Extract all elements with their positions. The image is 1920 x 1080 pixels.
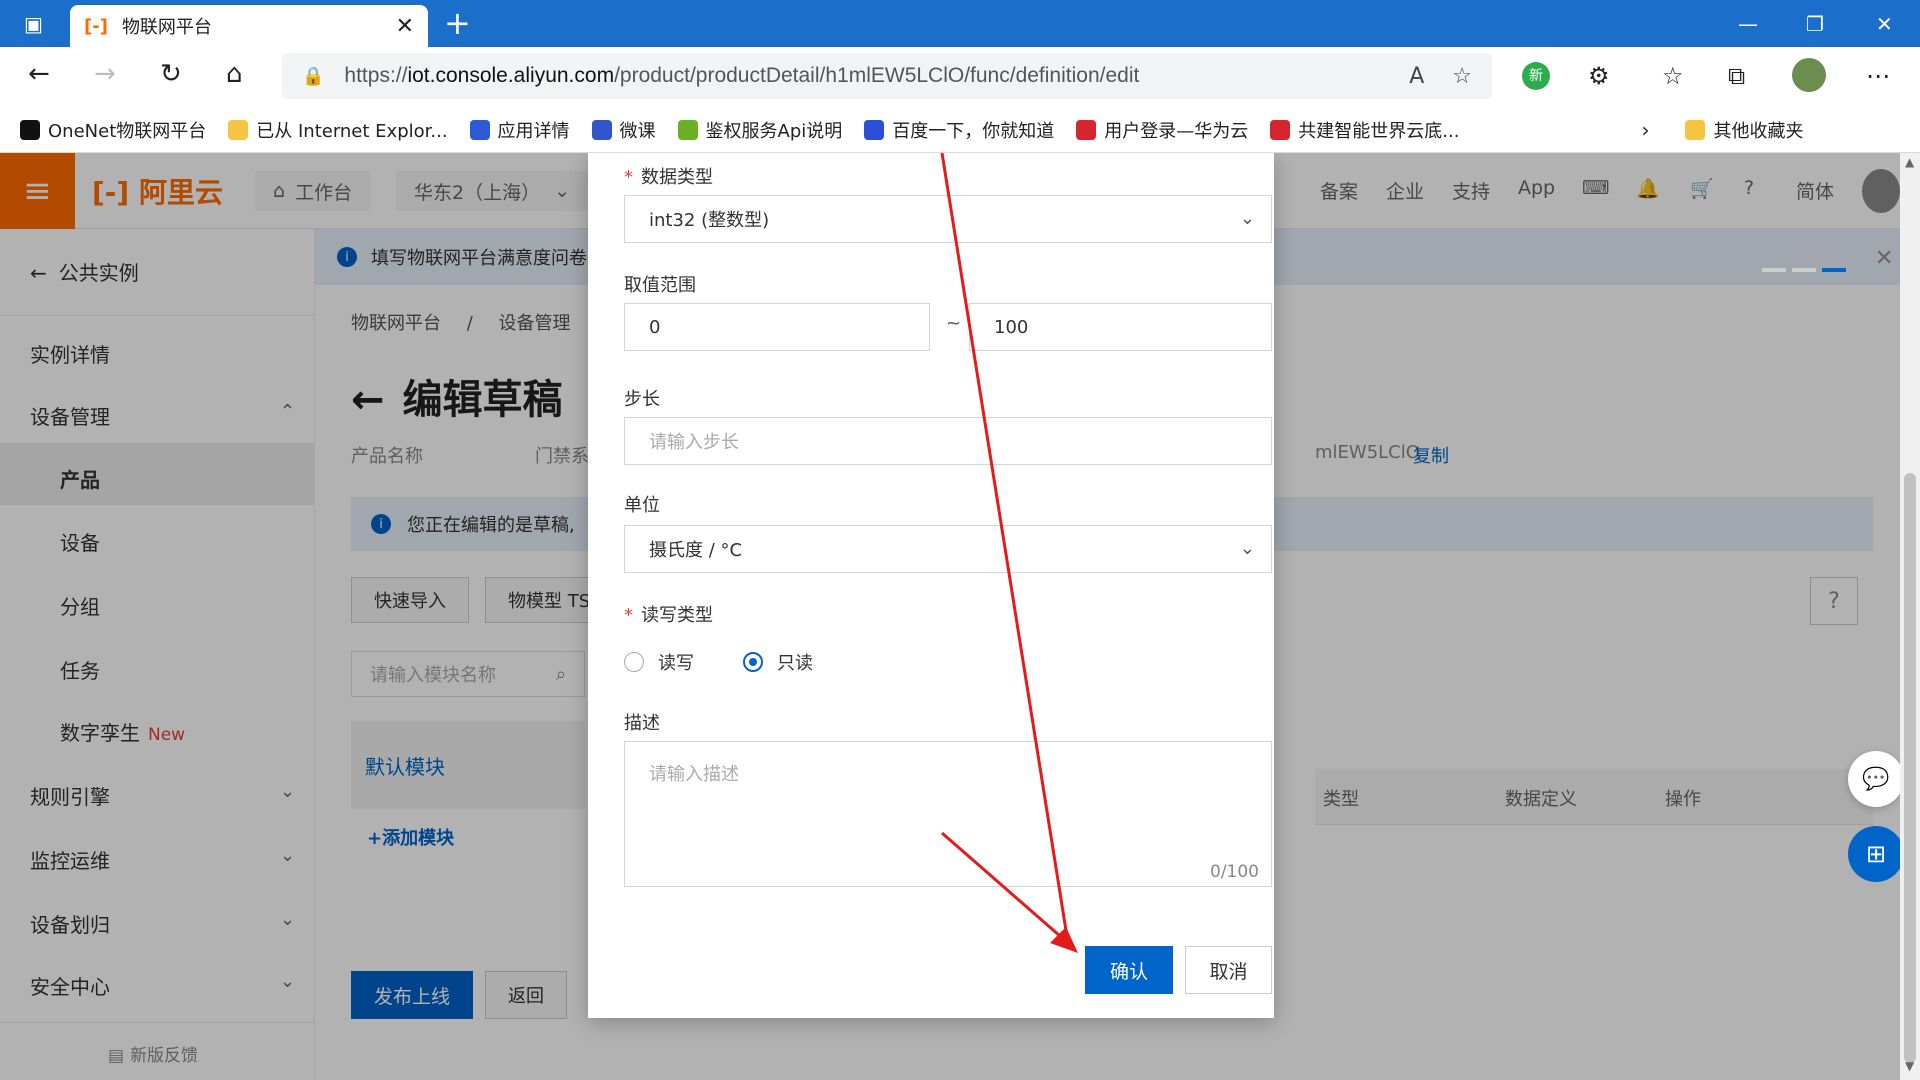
bookmark-item[interactable]: 已从 Internet Explor... <box>228 117 448 143</box>
bookmark-item[interactable]: 共建智能世界云底... <box>1270 117 1459 143</box>
bookmark-icon <box>591 119 612 140</box>
extensions-icon[interactable]: ⚙ <box>1588 62 1610 90</box>
browser-tab-bar: ▣ [-] 物联网平台 ✕ + — ❐ ✕ <box>0 0 1920 47</box>
restore-icon[interactable]: ❐ <box>1806 12 1824 36</box>
add-favorite-icon[interactable]: ☆ <box>1452 64 1472 89</box>
tab-title: 物联网平台 <box>121 17 212 38</box>
lock-icon[interactable]: 🔒 <box>302 66 324 87</box>
chevron-right-icon[interactable]: › <box>1641 118 1649 142</box>
bookmark-item[interactable]: 用户登录—华为云 <box>1076 117 1248 143</box>
bookmark-item[interactable]: OneNet物联网平台 <box>20 117 206 143</box>
read-aloud-icon[interactable]: A <box>1409 64 1424 89</box>
url-text: https://iot.console.aliyun.com/product/p… <box>344 64 1140 87</box>
home-icon[interactable]: ⌂ <box>226 59 243 89</box>
bookmark-item[interactable]: 百度一下，你就知道 <box>864 117 1054 143</box>
back-icon[interactable]: ← <box>28 59 50 89</box>
other-bookmarks[interactable]: 其他收藏夹 <box>1685 117 1803 143</box>
annotation-arrow <box>940 153 1078 953</box>
browser-tab[interactable]: [-] 物联网平台 ✕ <box>70 5 428 47</box>
scrollbar-thumb[interactable] <box>1904 473 1916 1063</box>
forward-icon[interactable]: → <box>94 59 116 89</box>
leaf-icon <box>677 119 698 140</box>
address-bar-row: ← → ↻ ⌂ 🔒 https://iot.console.aliyun.com… <box>0 47 1920 107</box>
scroll-down-icon[interactable]: ▼ <box>1905 1059 1914 1073</box>
collections-icon[interactable]: ⧉ <box>1728 62 1745 90</box>
profile-avatar[interactable] <box>1792 58 1826 92</box>
favorites-icon[interactable]: ☆ <box>1662 62 1684 90</box>
bookmark-item[interactable]: 应用详情 <box>469 117 570 143</box>
more-menu-icon[interactable]: ⋯ <box>1866 62 1890 90</box>
huawei-icon <box>1270 119 1291 140</box>
bookmarks-bar: OneNet物联网平台 已从 Internet Explor... 应用详情 微… <box>0 107 1920 153</box>
baidu-icon <box>864 119 885 140</box>
bookmark-item[interactable]: 鉴权服务Api说明 <box>677 117 842 143</box>
url-input[interactable]: 🔒 https://iot.console.aliyun.com/product… <box>282 53 1492 99</box>
scroll-up-icon[interactable]: ▲ <box>1905 155 1914 169</box>
aliyun-favicon-icon: [-] <box>84 15 108 37</box>
page-scrollbar[interactable]: ▲ ▼ <box>1900 153 1920 1080</box>
console-page: ≡ [-] 阿里云 ⌂ 工作台 华东2（上海） ⌄ 备案 企业 支持 App ⌨ 🔔… <box>0 153 1900 1080</box>
close-tab-icon[interactable]: ✕ <box>396 14 414 39</box>
bookmark-icon <box>20 119 40 140</box>
refresh-icon[interactable]: ↻ <box>160 59 182 89</box>
new-tab-icon[interactable]: + <box>444 4 471 42</box>
bookmark-item[interactable]: 微课 <box>591 117 656 143</box>
minimize-icon[interactable]: — <box>1738 12 1758 36</box>
tab-actions-icon[interactable]: ▣ <box>24 12 43 36</box>
folder-icon <box>1685 119 1706 140</box>
huawei-icon <box>1076 119 1097 140</box>
folder-icon <box>228 119 249 140</box>
bookmark-icon <box>469 119 490 140</box>
extension-badge-icon[interactable]: 新 <box>1522 62 1550 90</box>
close-window-icon[interactable]: ✕ <box>1876 12 1893 36</box>
